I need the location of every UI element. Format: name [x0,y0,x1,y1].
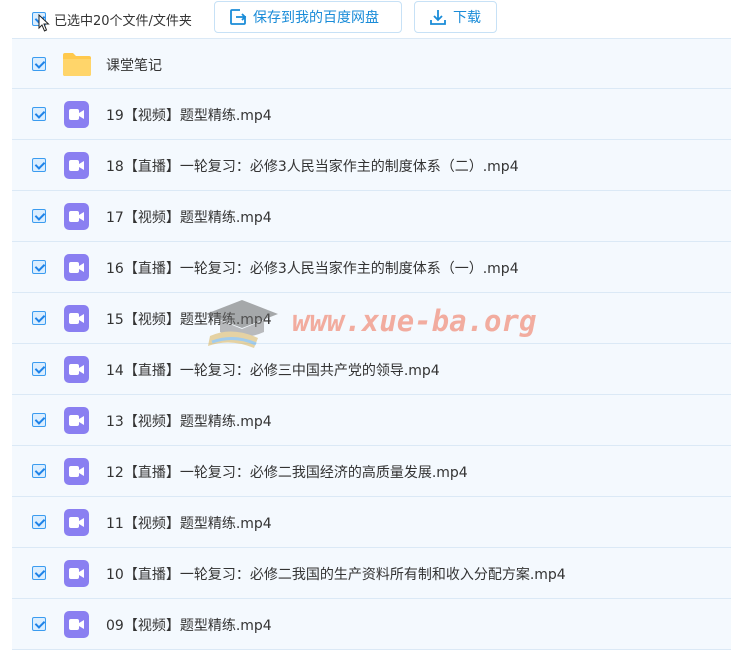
file-name[interactable]: 13【视频】题型精练.mp4 [106,411,272,431]
row-checkbox[interactable] [32,515,46,529]
row-checkbox[interactable] [32,209,46,223]
video-file-icon [64,203,89,230]
file-name[interactable]: 19【视频】题型精练.mp4 [106,105,272,125]
save-button-label: 保存到我的百度网盘 [253,10,379,26]
row-checkbox[interactable] [32,413,46,427]
list-item-video[interactable]: 17【视频】题型精练.mp4 [12,191,731,242]
list-item-video[interactable]: 18【直播】一轮复习：必修3人民当家作主的制度体系（二）.mp4 [12,140,731,191]
folder-icon [63,53,91,76]
row-checkbox[interactable] [32,158,46,172]
download-button[interactable]: 下载 [414,1,497,33]
list-item-video[interactable]: 16【直播】一轮复习：必修3人民当家作主的制度体系（一）.mp4 [12,242,731,293]
file-name[interactable]: 16【直播】一轮复习：必修3人民当家作主的制度体系（一）.mp4 [106,258,519,278]
file-name[interactable]: 12【直播】一轮复习：必修二我国经济的高质量发展.mp4 [106,462,468,482]
download-button-label: 下载 [453,10,481,26]
row-checkbox[interactable] [32,311,46,325]
list-item-folder[interactable]: 课堂笔记 [12,38,731,89]
video-file-icon [64,560,89,587]
video-file-icon [64,407,89,434]
video-file-icon [64,254,89,281]
save-icon [230,9,247,25]
list-item-video[interactable]: 14【直播】一轮复习：必修三中国共产党的领导.mp4 [12,344,731,395]
download-icon [430,10,446,25]
file-name[interactable]: 17【视频】题型精练.mp4 [106,207,272,227]
row-checkbox[interactable] [32,362,46,376]
video-file-icon [64,356,89,383]
video-file-icon [64,101,89,128]
list-item-video[interactable]: 15【视频】题型精练.mp4 [12,293,731,344]
list-item-video[interactable]: 12【直播】一轮复习：必修二我国经济的高质量发展.mp4 [12,446,731,497]
row-checkbox[interactable] [32,464,46,478]
row-checkbox[interactable] [32,260,46,274]
video-file-icon [64,152,89,179]
list-item-video[interactable]: 19【视频】题型精练.mp4 [12,89,731,140]
list-item-video[interactable]: 11【视频】题型精练.mp4 [12,497,731,548]
file-name[interactable]: 10【直播】一轮复习：必修二我国的生产资料所有制和收入分配方案.mp4 [106,564,566,584]
select-all[interactable]: 已选中20个文件/文件夹 [32,9,192,29]
list-item-video[interactable]: 09【视频】题型精练.mp4 [12,599,731,650]
file-list: 课堂笔记 19【视频】题型精练.mp4 18【直播】一轮复习：必修3人民当家作主… [12,38,731,650]
save-to-netdisk-button[interactable]: 保存到我的百度网盘 [214,1,402,33]
file-name[interactable]: 课堂笔记 [106,55,162,75]
video-file-icon [64,458,89,485]
toolbar: 已选中20个文件/文件夹 保存到我的百度网盘 下载 [0,0,731,38]
mouse-cursor-icon [38,14,50,32]
file-name[interactable]: 15【视频】题型精练.mp4 [106,309,272,329]
file-name[interactable]: 11【视频】题型精练.mp4 [106,513,272,533]
file-name[interactable]: 09【视频】题型精练.mp4 [106,615,272,635]
file-name[interactable]: 14【直播】一轮复习：必修三中国共产党的领导.mp4 [106,360,440,380]
row-checkbox[interactable] [32,566,46,580]
file-name[interactable]: 18【直播】一轮复习：必修3人民当家作主的制度体系（二）.mp4 [106,156,519,176]
list-item-video[interactable]: 13【视频】题型精练.mp4 [12,395,731,446]
row-checkbox[interactable] [32,107,46,121]
video-file-icon [64,305,89,332]
row-checkbox[interactable] [32,57,46,71]
video-file-icon [64,509,89,536]
video-file-icon [64,611,89,638]
list-item-video[interactable]: 10【直播】一轮复习：必修二我国的生产资料所有制和收入分配方案.mp4 [12,548,731,599]
row-checkbox[interactable] [32,617,46,631]
selection-count-label: 已选中20个文件/文件夹 [54,13,192,29]
